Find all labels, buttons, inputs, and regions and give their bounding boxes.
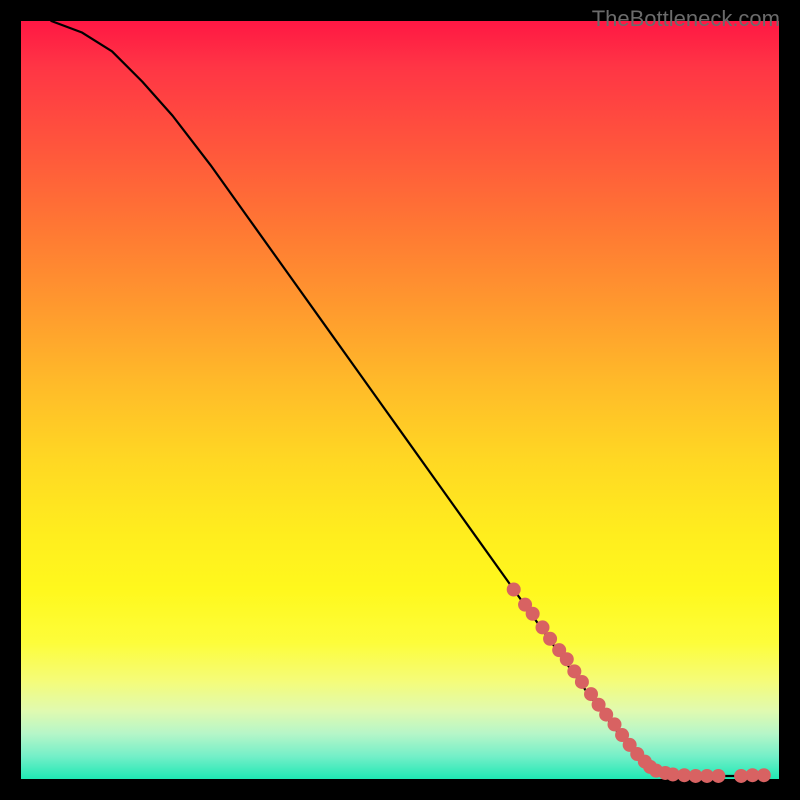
bottleneck-curve	[51, 21, 764, 776]
data-point	[536, 620, 550, 634]
data-point	[543, 632, 557, 646]
watermark-text: TheBottleneck.com	[592, 6, 780, 32]
data-point	[575, 675, 589, 689]
data-point	[507, 583, 521, 597]
chart-svg	[21, 21, 779, 779]
data-point	[757, 768, 771, 782]
data-point	[560, 652, 574, 666]
chart-container: TheBottleneck.com	[0, 0, 800, 800]
data-point	[711, 769, 725, 783]
plot-area	[21, 21, 779, 779]
data-point	[526, 607, 540, 621]
